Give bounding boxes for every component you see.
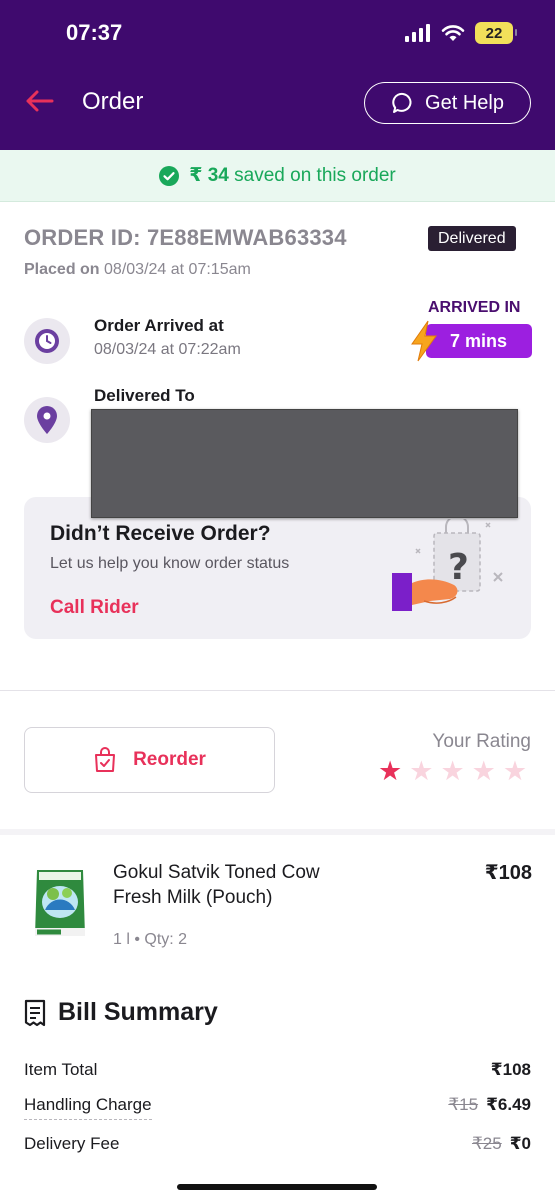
- clock-icon-wrap: [24, 318, 70, 364]
- bill-summary-header: Bill Summary: [24, 998, 218, 1027]
- lightning-icon: [411, 320, 437, 362]
- product-name: Gokul Satvik Toned Cow Fresh Milk (Pouch…: [113, 862, 320, 908]
- missing-package-illustration: ?: [392, 519, 503, 611]
- app-header: 07:37 22 Order Get Help: [0, 0, 555, 150]
- check-circle-icon: [159, 165, 180, 186]
- section-divider: [0, 690, 555, 691]
- shopping-bag-icon: [95, 747, 116, 772]
- milk-pouch-image: [35, 870, 85, 936]
- placed-prefix: Placed on: [24, 261, 100, 278]
- bill-row-value: ₹6.49: [486, 1095, 531, 1114]
- bill-row-value: ₹0: [509, 1134, 531, 1153]
- bill-row-label[interactable]: Handling Charge: [24, 1095, 152, 1120]
- page-title: Order: [82, 88, 144, 115]
- location-icon-wrap: [24, 397, 70, 443]
- battery-indicator: 22: [475, 22, 517, 44]
- bill-summary-title: Bill Summary: [58, 998, 218, 1026]
- star-icon[interactable]: ★: [409, 758, 433, 785]
- rating-label: Your Rating: [432, 731, 531, 752]
- back-arrow-icon[interactable]: [22, 84, 56, 118]
- wifi-icon: [441, 25, 465, 41]
- clock-icon: [35, 329, 59, 353]
- signal-icon: [405, 24, 430, 42]
- status-icons: 22: [405, 22, 517, 44]
- product-meta: 1 l • Qty: 2: [113, 931, 188, 948]
- receipt-icon: [24, 999, 46, 1026]
- arrived-in-pill: 7 mins: [426, 324, 532, 358]
- placed-datetime: 08/03/24 at 07:15am: [104, 261, 251, 278]
- arrived-title: Order Arrived at: [94, 316, 224, 335]
- home-indicator[interactable]: [177, 1184, 377, 1190]
- call-rider-link[interactable]: Call Rider: [50, 597, 139, 619]
- redacted-address: [91, 409, 518, 518]
- get-help-label: Get Help: [425, 91, 504, 114]
- bill-row-original: ₹25: [471, 1134, 502, 1153]
- product-price: ₹108: [484, 862, 532, 884]
- arrived-datetime: 08/03/24 at 07:22am: [94, 341, 241, 358]
- bill-row-item-total: Item Total ₹108: [24, 1060, 531, 1080]
- star-icon[interactable]: ★: [440, 758, 464, 785]
- savings-banner: ₹ 34 saved on this order: [0, 150, 555, 202]
- chat-bubble-icon: [392, 92, 412, 113]
- bill-row-label: Item Total: [24, 1060, 98, 1079]
- placed-on: Placed on 08/03/24 at 07:15am: [24, 261, 251, 279]
- svg-text:?: ?: [448, 547, 469, 588]
- reorder-label: Reorder: [133, 749, 206, 770]
- arrived-in-label: ARRIVED IN: [428, 299, 521, 316]
- location-pin-icon: [37, 406, 57, 434]
- order-id: ORDER ID: 7E88EMWAB63334: [24, 225, 347, 250]
- delivered-to-title: Delivered To: [94, 386, 195, 405]
- bill-row-delivery-fee: Delivery Fee ₹25 ₹0: [24, 1134, 531, 1154]
- reorder-button[interactable]: Reorder: [24, 727, 275, 793]
- savings-amount: ₹ 34: [189, 165, 229, 186]
- help-card: Didn’t Receive Order? Let us help you kn…: [24, 497, 531, 639]
- savings-text: saved on this order: [234, 165, 396, 186]
- help-card-subtitle: Let us help you know order status: [50, 555, 290, 572]
- status-time: 07:37: [66, 20, 123, 45]
- bill-row-value: ₹108: [490, 1060, 531, 1079]
- star-icon[interactable]: ★: [472, 758, 496, 785]
- section-divider-thick: [0, 829, 555, 835]
- get-help-button[interactable]: Get Help: [364, 82, 531, 124]
- help-card-title: Didn’t Receive Order?: [50, 522, 271, 545]
- bill-row-handling-charge: Handling Charge ₹15 ₹6.49: [24, 1095, 531, 1120]
- bill-row-original: ₹15: [448, 1095, 479, 1114]
- status-badge: Delivered: [428, 226, 516, 251]
- bill-row-label: Delivery Fee: [24, 1134, 120, 1153]
- star-icon[interactable]: ★: [378, 758, 402, 785]
- star-icon[interactable]: ★: [503, 758, 527, 785]
- rating-stars[interactable]: ★ ★ ★ ★ ★: [378, 758, 527, 785]
